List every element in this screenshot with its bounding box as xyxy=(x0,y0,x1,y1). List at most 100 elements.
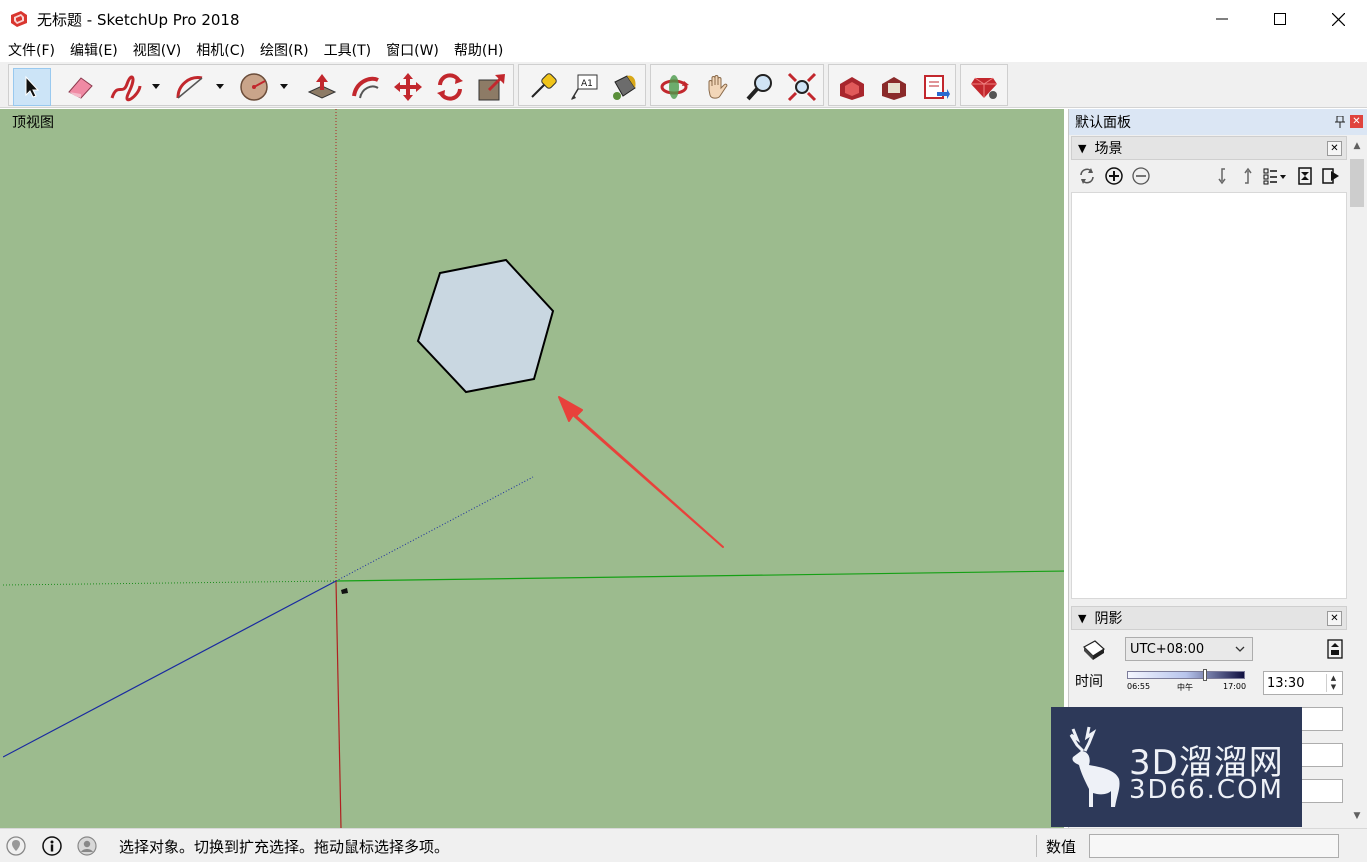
zoom-extents-tool-button[interactable] xyxy=(783,68,821,106)
freehand-dropdown-icon[interactable] xyxy=(151,81,161,91)
follow-me-tool-button[interactable] xyxy=(347,68,385,106)
shadows-panel-header[interactable]: ▼ 阴影 ✕ xyxy=(1071,606,1347,630)
time-value: 13:30 xyxy=(1267,675,1305,691)
refresh-icon xyxy=(1080,168,1094,184)
close-icon: ✕ xyxy=(1352,116,1361,127)
collapse-triangle-icon: ▼ xyxy=(1078,141,1087,155)
maximize-button[interactable] xyxy=(1251,0,1309,38)
minimize-icon xyxy=(1216,18,1228,20)
measurements-label: 数值 xyxy=(1046,838,1077,856)
menu-window[interactable]: 窗口(W) xyxy=(386,40,439,60)
menu-edit[interactable]: 编辑(E) xyxy=(70,40,118,60)
green-axis-positive xyxy=(335,570,1064,582)
scenes-panel-header[interactable]: ▼ 场景 ✕ xyxy=(1071,136,1347,160)
geo-location-icon[interactable] xyxy=(6,836,26,856)
user-account-icon[interactable] xyxy=(77,836,97,856)
polygon-tool-button[interactable] xyxy=(235,68,273,106)
tape-measure-icon xyxy=(531,73,557,98)
view-options-button[interactable] xyxy=(1263,166,1289,186)
rotate-tool-button[interactable] xyxy=(431,68,469,106)
scale-tool-button[interactable] xyxy=(473,68,511,106)
minimize-button[interactable] xyxy=(1193,0,1251,38)
expand-details-icon[interactable] xyxy=(1327,639,1343,659)
menu-file[interactable]: 文件(F) xyxy=(8,40,55,60)
menu-camera[interactable]: 相机(C) xyxy=(196,40,245,60)
arc-icon xyxy=(176,76,203,99)
light-input[interactable] xyxy=(1301,743,1343,767)
time-input[interactable]: 13:30 ▲ ▼ xyxy=(1263,671,1343,695)
scene-menu-button[interactable] xyxy=(1321,166,1341,186)
freehand-tool-button[interactable] xyxy=(107,68,145,106)
blue-axis-negative xyxy=(3,580,337,758)
text-icon: A1 xyxy=(571,74,598,100)
zoom-extents-icon xyxy=(787,72,817,102)
eraser-icon xyxy=(68,77,93,99)
push-pull-tool-button[interactable] xyxy=(303,68,341,106)
green-axis-negative xyxy=(3,580,337,586)
timezone-select[interactable]: UTC+08:00 xyxy=(1125,637,1253,661)
tape-measure-tool-button[interactable] xyxy=(523,68,561,106)
watermark-subtitle: 3D66.COM xyxy=(1129,775,1284,805)
window-title: 无标题 - SketchUp Pro 2018 xyxy=(37,10,240,29)
paint-bucket-tool-button[interactable] xyxy=(605,68,643,106)
scroll-down-icon[interactable]: ▼ xyxy=(1351,811,1363,823)
scenes-panel-close-button[interactable]: ✕ xyxy=(1327,141,1342,156)
measurements-input[interactable] xyxy=(1089,834,1339,858)
scrollbar-thumb[interactable] xyxy=(1350,159,1364,207)
follow-me-icon xyxy=(352,76,379,99)
tray-scrollbar[interactable]: ▲ ▼ xyxy=(1347,137,1367,827)
arc-tool-button[interactable] xyxy=(171,68,209,106)
status-bar: 选择对象。切换到扩充选择。拖动鼠标选择多项。 数值 xyxy=(0,828,1367,862)
credits-info-icon[interactable] xyxy=(42,836,62,856)
extension-warehouse-button[interactable] xyxy=(875,68,913,106)
scenes-toolbar xyxy=(1071,161,1347,191)
scroll-up-icon[interactable]: ▲ xyxy=(1351,141,1363,153)
maximize-icon xyxy=(1274,13,1286,25)
hexagon-face[interactable] xyxy=(416,258,555,394)
select-tool-button[interactable] xyxy=(13,68,51,106)
dark-input[interactable] xyxy=(1301,779,1343,803)
list-view-icon xyxy=(1263,168,1286,185)
arc-dropdown-icon[interactable] xyxy=(215,81,225,91)
menu-view[interactable]: 视图(V) xyxy=(133,40,182,60)
pan-tool-button[interactable] xyxy=(699,68,737,106)
blue-axis-positive xyxy=(335,476,534,582)
push-pull-icon xyxy=(307,74,337,99)
menu-bar: 文件(F) 编辑(E) 视图(V) 相机(C) 绘图(R) 工具(T) 窗口(W… xyxy=(0,38,1367,62)
arrow-down-icon xyxy=(1218,168,1226,185)
3d-warehouse-button[interactable] xyxy=(833,68,871,106)
eraser-tool-button[interactable] xyxy=(61,68,99,106)
scene-details-button[interactable] xyxy=(1295,166,1315,186)
model-figure xyxy=(341,588,348,594)
layout-button[interactable] xyxy=(917,68,955,106)
move-scene-up-button[interactable] xyxy=(1237,166,1257,186)
close-button[interactable] xyxy=(1309,0,1367,38)
remove-scene-button[interactable] xyxy=(1131,166,1151,186)
time-slider[interactable]: 06:55 中午 17:00 xyxy=(1127,669,1247,692)
time-slider-knob[interactable] xyxy=(1203,669,1207,681)
move-tool-button[interactable] xyxy=(389,68,427,106)
tray-close-button[interactable]: ✕ xyxy=(1350,115,1363,128)
move-scene-down-button[interactable] xyxy=(1213,166,1233,186)
shadows-panel-close-button[interactable]: ✕ xyxy=(1327,611,1342,626)
menu-help[interactable]: 帮助(H) xyxy=(454,40,503,60)
text-tool-button[interactable]: A1 xyxy=(565,68,603,106)
details-toggle-icon xyxy=(1298,167,1312,185)
move-icon xyxy=(394,73,422,101)
drawing-viewport[interactable]: 顶视图 xyxy=(0,109,1064,828)
toolbar-group-camera xyxy=(650,64,824,106)
polygon-dropdown-icon[interactable] xyxy=(279,81,289,91)
scenes-list[interactable] xyxy=(1071,192,1347,599)
zoom-tool-button[interactable] xyxy=(741,68,779,106)
time-slider-track xyxy=(1127,671,1245,679)
orbit-tool-button[interactable] xyxy=(655,68,693,106)
show-shadows-toggle-icon[interactable] xyxy=(1081,637,1107,663)
pin-icon[interactable] xyxy=(1335,116,1345,128)
menu-draw[interactable]: 绘图(R) xyxy=(260,40,309,60)
menu-tools[interactable]: 工具(T) xyxy=(324,40,371,60)
slider-end-label: 17:00 xyxy=(1223,682,1247,691)
time-spinner[interactable]: ▲ ▼ xyxy=(1326,674,1340,692)
add-scene-button[interactable] xyxy=(1104,166,1124,186)
extension-manager-button[interactable] xyxy=(965,68,1003,106)
update-scene-button[interactable] xyxy=(1077,166,1097,186)
